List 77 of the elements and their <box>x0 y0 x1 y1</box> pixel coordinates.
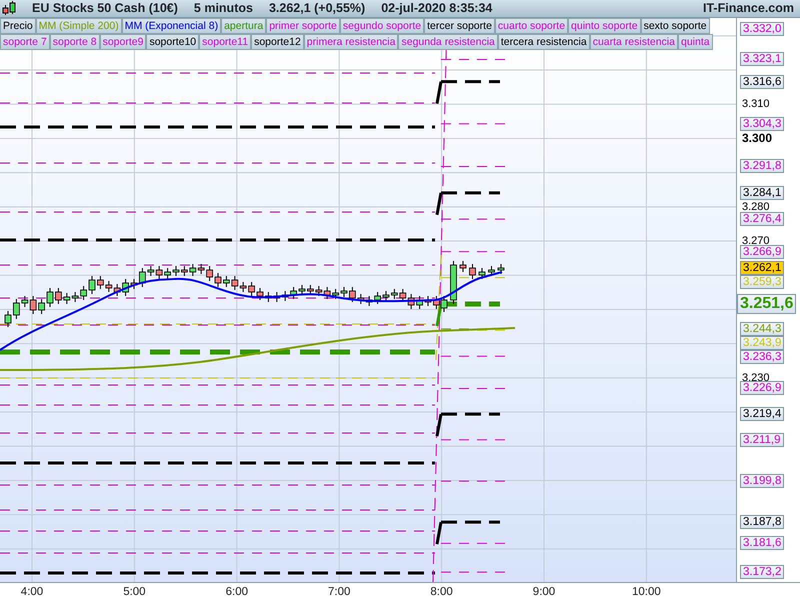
candlestick <box>130 278 138 290</box>
price-label: 3.266,9 <box>740 244 784 259</box>
candlestick <box>469 264 476 280</box>
candlestick <box>382 290 390 302</box>
site-name: IT-Finance.com <box>703 0 794 17</box>
axis-label: 3.280 <box>742 200 770 213</box>
legend-item[interactable]: tercera resistencia <box>498 34 590 50</box>
legend-item[interactable]: segunda resistencia <box>398 34 498 50</box>
price-change-text: 3.262,1 (+0,55%) <box>268 0 366 17</box>
legend-item[interactable]: sexto soporte <box>640 18 710 34</box>
price-label: 3.316,6 <box>740 74 784 89</box>
candlestick <box>172 266 180 276</box>
legend-item[interactable]: soporte 8 <box>50 34 100 50</box>
candlestick <box>498 264 504 274</box>
legend-item[interactable]: soporte11 <box>199 34 252 50</box>
legend-item[interactable]: soporte10 <box>146 34 200 50</box>
legend-item[interactable]: soporte12 <box>251 34 304 50</box>
candlestick <box>460 260 466 272</box>
candlestick <box>46 288 54 308</box>
price-label: 3.226,9 <box>740 381 784 396</box>
price-label: 3.211,9 <box>740 432 784 447</box>
price-label: 3.181,6 <box>740 536 784 550</box>
legend-item[interactable]: MM (Exponencial 8) <box>122 18 222 34</box>
time-label: 5:00 <box>123 586 146 598</box>
price-label: 3.243,9 <box>740 336 784 350</box>
legend-item[interactable]: soporte9 <box>100 34 146 50</box>
time-label: 7:00 <box>328 586 350 598</box>
candlestick <box>214 272 222 288</box>
time-label: 4:00 <box>20 586 44 598</box>
candlestick <box>4 310 12 328</box>
axis-label: 3.300 <box>742 132 772 144</box>
legend-item[interactable]: apertura <box>221 18 266 34</box>
price-label: 3.291,8 <box>740 159 784 174</box>
time-label: 9:00 <box>532 586 556 598</box>
price-label: 3.244,3 <box>740 322 784 336</box>
candlestick <box>478 268 486 280</box>
legend-item[interactable]: quinto soporte <box>568 18 641 34</box>
price-label: 3.187,8 <box>740 515 784 530</box>
price-label: 3.323,1 <box>740 52 784 66</box>
candlestick <box>488 266 495 276</box>
legend-item[interactable]: segundo soporte <box>340 18 424 34</box>
time-label: 6:00 <box>226 586 248 598</box>
instrument-title: EU Stocks 50 Cash (10€) <box>32 0 178 17</box>
legend-item[interactable]: MM (Simple 200) <box>36 18 122 34</box>
price-label: 3.284,1 <box>740 186 784 200</box>
legend-item[interactable]: quinta <box>678 34 713 50</box>
candlestick <box>424 296 432 306</box>
datetime-text: 02-jul-2020 8:35:34 <box>381 0 492 17</box>
axis-label: 3.230 <box>742 372 770 384</box>
time-label: 10:00 <box>632 586 661 598</box>
candlestick <box>256 288 264 300</box>
legend-item[interactable]: cuarto soporte <box>494 18 568 34</box>
price-label: 3.304,3 <box>740 116 784 131</box>
price-label: 3.199,8 <box>740 474 784 488</box>
legend-item[interactable]: cuarta resistencia <box>590 34 678 50</box>
candlestick <box>340 286 348 298</box>
legend-item[interactable]: primera resistencia <box>304 34 398 50</box>
price-label: 3.219,4 <box>740 407 784 422</box>
candlestick <box>88 276 96 294</box>
time-label: 8:00 <box>430 586 453 598</box>
price-label: 3.276,4 <box>740 212 784 226</box>
legend-item[interactable]: soporte 7 <box>0 34 50 50</box>
legend-item[interactable]: Precio <box>0 18 36 34</box>
price-label: 3.262,1 <box>740 261 784 276</box>
candles-icon <box>2 1 16 16</box>
price-label: 3.332,0 <box>740 22 784 36</box>
price-label: 3.251,6 <box>737 294 796 314</box>
legend-item[interactable]: tercer soporte <box>424 18 495 34</box>
legend-item[interactable]: primer soporte <box>266 18 340 34</box>
timeframe-text: 5 minutos <box>194 0 253 17</box>
axis-label: 3.310 <box>742 98 770 110</box>
price-label: 3.236,3 <box>740 350 784 364</box>
candlestick <box>450 260 457 304</box>
price-label: 3.173,2 <box>740 565 784 580</box>
price-label: 3.259,3 <box>740 275 784 290</box>
candlestick <box>298 284 306 296</box>
axis-label: 3.270 <box>742 235 770 248</box>
